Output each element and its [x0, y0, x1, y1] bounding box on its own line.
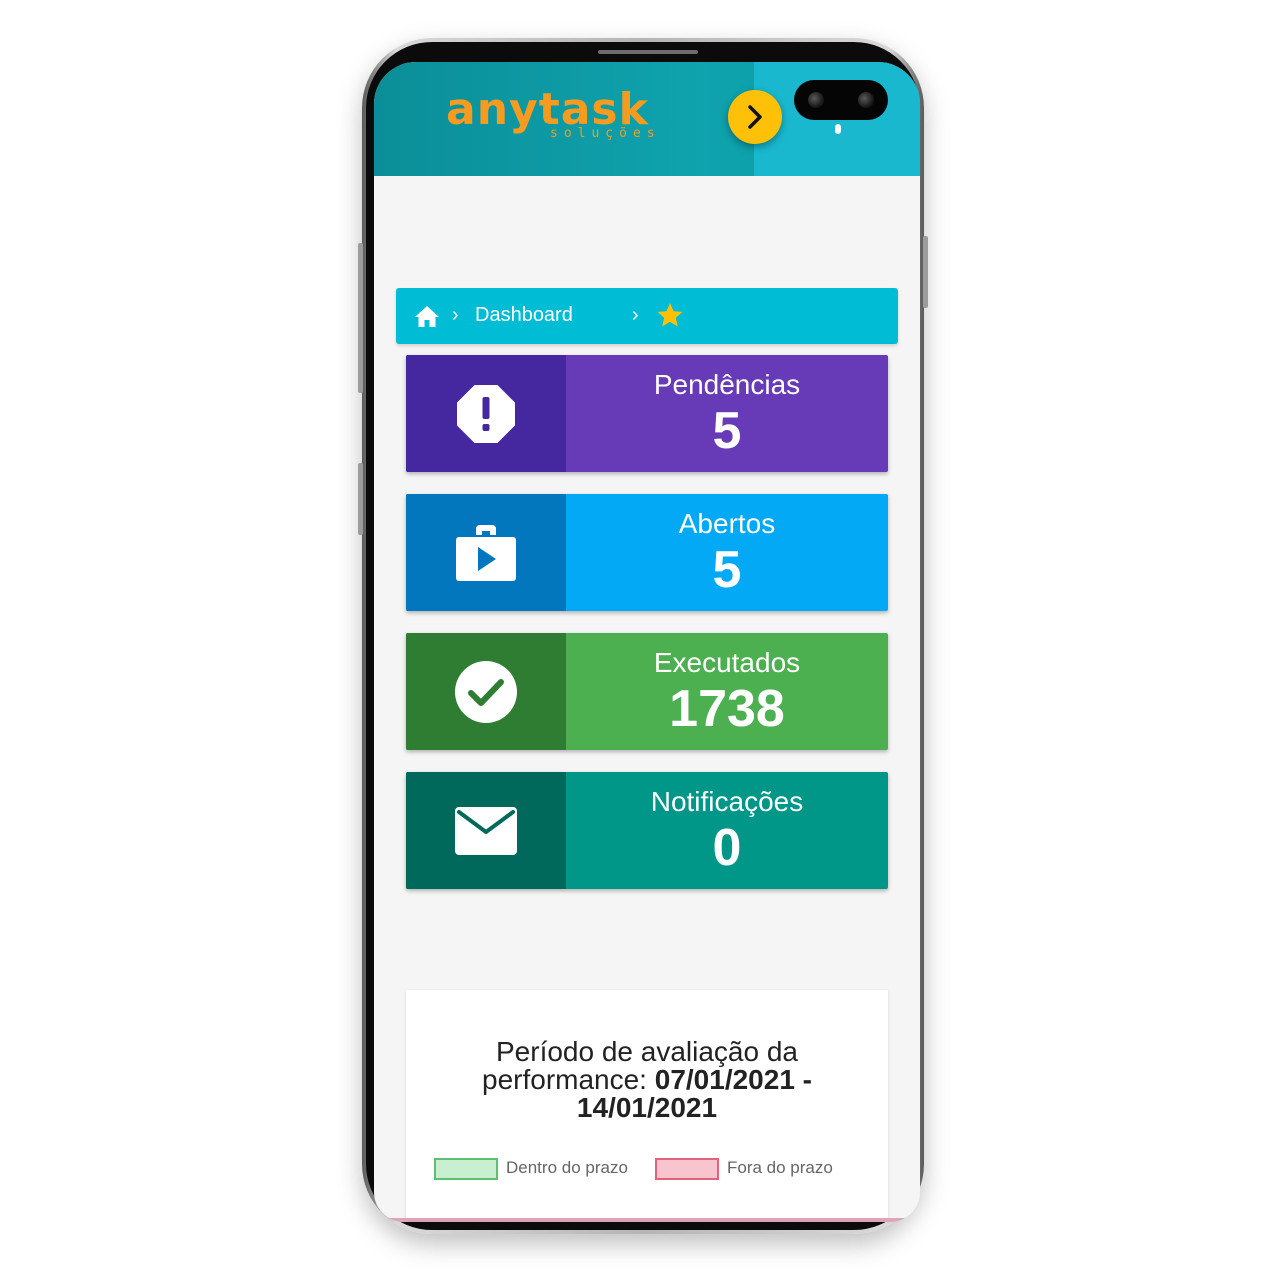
app-logo-subtitle: soluções: [550, 126, 661, 141]
camera-lens-icon: [808, 92, 824, 108]
stat-card-executados[interactable]: Executados 1738: [406, 633, 888, 750]
legend-swatch-green: [434, 1157, 498, 1180]
bixby-button: [358, 463, 363, 535]
camera-lens-icon: [858, 92, 874, 108]
home-icon[interactable]: [414, 304, 440, 333]
briefcase-play-icon: [456, 524, 516, 581]
stat-value: 1738: [669, 680, 785, 738]
stat-text-area: Executados 1738: [566, 633, 888, 750]
stat-card-abertos[interactable]: Abertos 5: [406, 494, 888, 611]
legend-item-late[interactable]: Fora do prazo: [655, 1157, 833, 1180]
chevron-right-icon: [748, 105, 762, 129]
stat-card-pendencias[interactable]: Pendências 5: [406, 355, 888, 472]
stat-text-area: Notificações 0: [566, 772, 888, 889]
legend-label: Dentro do prazo: [506, 1158, 628, 1177]
stat-value: 5: [712, 541, 742, 599]
breadcrumb-separator: ›: [452, 304, 459, 326]
mail-icon: [455, 806, 517, 855]
stat-text-area: Abertos 5: [566, 494, 888, 611]
legend-swatch-pink: [655, 1157, 719, 1180]
app-header: anytask soluções: [374, 62, 920, 176]
stat-label: Notificações: [650, 786, 804, 817]
stat-icon-area: [406, 355, 566, 472]
stat-text-area: Pendências 5: [566, 355, 888, 472]
stat-label: Abertos: [678, 508, 776, 539]
phone-bezel: anytask soluções › Dashboard › Pendência…: [366, 42, 920, 1230]
stat-card-notificacoes[interactable]: Notificações 0: [406, 772, 888, 889]
performance-card: Período de avaliação da performance: 07/…: [406, 990, 888, 1222]
stat-label: Pendências: [653, 369, 801, 400]
breadcrumb-dashboard-link[interactable]: Dashboard: [475, 304, 573, 326]
header-next-button[interactable]: [728, 90, 782, 144]
stat-icon-area: [406, 772, 566, 889]
front-camera-cutout: [794, 80, 888, 120]
kebab-menu-icon[interactable]: [835, 124, 841, 134]
chart-edge: [374, 1218, 920, 1222]
check-circle-icon: [455, 660, 517, 723]
star-icon[interactable]: [656, 302, 684, 333]
stat-label: Executados: [653, 647, 801, 678]
stat-icon-area: [406, 494, 566, 611]
stat-value: 0: [712, 819, 742, 877]
earpiece-speaker: [598, 50, 698, 54]
legend-item-on-time[interactable]: Dentro do prazo: [434, 1157, 628, 1180]
breadcrumb: › Dashboard ›: [396, 288, 898, 344]
volume-button: [358, 243, 363, 393]
alert-octagon-icon: [457, 384, 515, 443]
legend-label: Fora do prazo: [727, 1158, 833, 1177]
power-button: [923, 236, 928, 308]
stat-value: 5: [712, 402, 742, 460]
stat-icon-area: [406, 633, 566, 750]
breadcrumb-separator: ›: [632, 304, 639, 326]
phone-frame: anytask soluções › Dashboard › Pendência…: [358, 38, 928, 1234]
app-screen: anytask soluções › Dashboard › Pendência…: [374, 62, 920, 1222]
performance-period-title: Período de avaliação da performance: 07/…: [436, 1038, 858, 1122]
